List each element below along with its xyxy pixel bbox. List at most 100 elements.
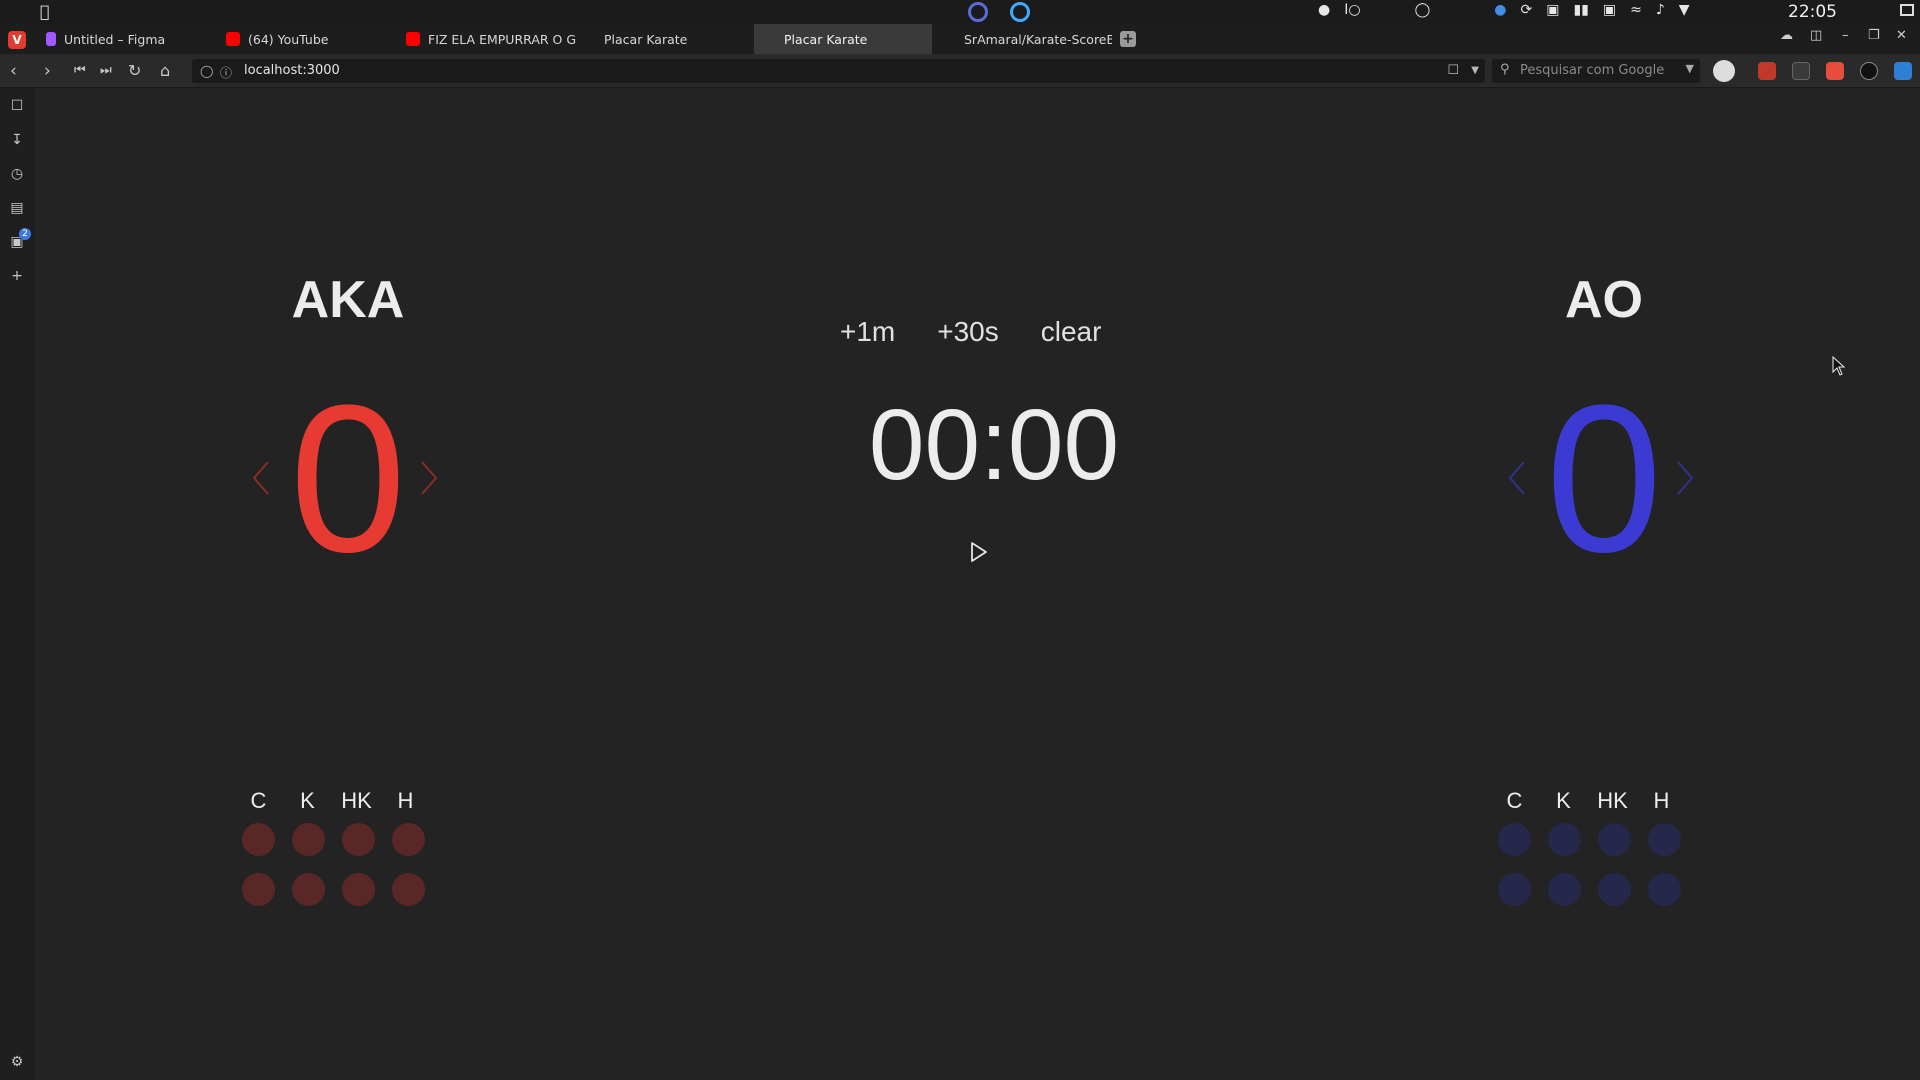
- bookmarks-icon[interactable]: ☐: [9, 98, 25, 114]
- search-icon: ⚲: [1500, 62, 1510, 77]
- system-menu-bar:  ● I○ ◯ ● ⟳ ▣ ▮▮ ▣ ≈ ♪ ▼ 22:05: [0, 0, 1920, 24]
- bulb-icon[interactable]: ◯: [1415, 2, 1431, 18]
- penalty-dot[interactable]: [1598, 823, 1631, 856]
- tab-figma[interactable]: Untitled – Figma: [36, 24, 216, 54]
- toggle-icon[interactable]: I○: [1344, 2, 1360, 18]
- clear-button[interactable]: clear: [1041, 316, 1102, 348]
- volume-icon[interactable]: ♪: [1656, 2, 1665, 18]
- tab-youtube[interactable]: (64) YouTube: [216, 24, 396, 54]
- gear-icon[interactable]: ⚙: [9, 1054, 25, 1070]
- add-minute-button[interactable]: +1m: [840, 316, 895, 348]
- app-circle-icon-1[interactable]: [968, 2, 988, 22]
- search-field[interactable]: ⚲ Pesquisar com Google ▼: [1492, 59, 1700, 83]
- reload-icon[interactable]: ↻: [128, 61, 141, 80]
- vivaldi-menu-icon[interactable]: V: [8, 31, 26, 49]
- add-30s-button[interactable]: +30s: [937, 316, 999, 348]
- penalty-dot[interactable]: [242, 873, 275, 906]
- tab-label: Placar Karate: [604, 31, 688, 47]
- rewind-icon[interactable]: ⏮: [74, 63, 86, 78]
- penalty-dot[interactable]: [1548, 823, 1581, 856]
- notes-icon[interactable]: ▤: [9, 200, 25, 216]
- address-toolbar: ‹ › ⏮ ⏭ ↻ ⌂ ◯ ⓘ localhost:3000 ☐ ▼ ⚲ Pes…: [0, 54, 1920, 88]
- penalty-label-k: K: [300, 788, 315, 813]
- info-icon[interactable]: ⓘ: [220, 64, 232, 81]
- fast-forward-icon[interactable]: ⏭: [100, 63, 112, 78]
- penalty-dot[interactable]: [342, 823, 375, 856]
- penalty-dot[interactable]: [1498, 873, 1531, 906]
- window-icon[interactable]: [1900, 4, 1914, 16]
- penalty-label-c: C: [250, 788, 267, 813]
- storage-icon[interactable]: ▣: [1603, 2, 1616, 18]
- url-text[interactable]: localhost:3000: [244, 63, 340, 78]
- extension-icon-3[interactable]: [1826, 62, 1844, 80]
- penalty-label-hk: HK: [341, 788, 372, 813]
- penalty-label-k: K: [1556, 788, 1571, 813]
- forward-icon[interactable]: ›: [44, 61, 51, 81]
- extension-icon-5[interactable]: [1894, 62, 1912, 80]
- penalty-dot[interactable]: [292, 873, 325, 906]
- play-icon[interactable]: [969, 540, 989, 564]
- tab-label: FIZ ELA EMPURRAR O GOL: [428, 31, 576, 47]
- ao-increment-arrow[interactable]: [1674, 458, 1696, 498]
- scoreboard: AKA 0 C K HK H +1m +30s clear 00:00 AO 0: [34, 88, 1920, 1080]
- penalty-dot[interactable]: [1548, 873, 1581, 906]
- home-icon[interactable]: ⌂: [160, 61, 170, 80]
- youtube-icon: [406, 32, 420, 46]
- tab-label: Untitled – Figma: [64, 31, 166, 47]
- penalty-dot[interactable]: [342, 873, 375, 906]
- penalty-dot[interactable]: [392, 823, 425, 856]
- close-icon[interactable]: ✕: [1896, 28, 1907, 43]
- add-panel-icon[interactable]: +: [9, 268, 25, 284]
- back-icon[interactable]: ‹: [10, 61, 17, 81]
- penalty-dot[interactable]: [1598, 873, 1631, 906]
- chevron-down-icon[interactable]: ▼: [1679, 2, 1690, 18]
- drop-icon[interactable]: ●: [1318, 2, 1330, 18]
- cloud-icon[interactable]: ☁: [1780, 28, 1793, 43]
- shield-icon[interactable]: ◯: [200, 64, 213, 78]
- new-tab-button[interactable]: +: [1120, 31, 1136, 47]
- profile-avatar[interactable]: [1713, 60, 1735, 82]
- history-icon[interactable]: ◷: [9, 166, 25, 182]
- bookmark-icon[interactable]: ☐: [1447, 63, 1459, 78]
- penalty-dot[interactable]: [1498, 823, 1531, 856]
- extension-icon-2[interactable]: [1792, 62, 1810, 80]
- trash-icon[interactable]: ◫: [1810, 28, 1822, 43]
- chevron-down-icon[interactable]: ▼: [1471, 65, 1479, 76]
- ao-penalty-row-2: [1498, 873, 1681, 906]
- clock[interactable]: 22:05: [1788, 2, 1837, 22]
- aka-penalty-labels: C K HK H: [234, 788, 430, 814]
- penalty-dot[interactable]: [392, 873, 425, 906]
- extension-icon-4[interactable]: [1860, 62, 1878, 80]
- penalty-dot[interactable]: [1648, 873, 1681, 906]
- ao-name: AO: [1565, 271, 1643, 329]
- penalty-label-c: C: [1506, 788, 1523, 813]
- penalty-dot[interactable]: [242, 823, 275, 856]
- tab-placar-1[interactable]: Placar Karate: [594, 24, 754, 54]
- minimize-icon[interactable]: –: [1842, 28, 1849, 43]
- window-count-badge: 2: [19, 228, 31, 240]
- tab-video[interactable]: FIZ ELA EMPURRAR O GOL: [396, 24, 576, 54]
- tab-github[interactable]: SrAmaral/Karate-ScoreBoa: [954, 24, 1112, 54]
- extension-icon-1[interactable]: [1758, 62, 1776, 80]
- tab-placar-active[interactable]: Placar Karate: [754, 24, 932, 54]
- restore-icon[interactable]: ❐: [1868, 28, 1880, 43]
- penalty-dot[interactable]: [1648, 823, 1681, 856]
- info-icon[interactable]: ●: [1494, 2, 1506, 18]
- battery-icon[interactable]: ▮▮: [1573, 2, 1588, 18]
- apple-menu-icon[interactable]: : [40, 2, 50, 21]
- aka-increment-arrow[interactable]: [418, 458, 440, 498]
- url-field[interactable]: ◯ ⓘ localhost:3000 ☐ ▼: [192, 59, 1485, 83]
- penalty-label-h: H: [397, 788, 414, 813]
- mouse-cursor-icon: [1832, 356, 1846, 376]
- timer-controls: +1m +30s clear: [840, 316, 1101, 348]
- wifi-icon[interactable]: ≈: [1630, 2, 1642, 18]
- aka-penalty-row-1: [242, 823, 425, 856]
- penalty-dot[interactable]: [292, 823, 325, 856]
- downloads-icon[interactable]: ↧: [9, 132, 25, 148]
- app-circle-icon-2[interactable]: [1010, 2, 1030, 22]
- sync-icon[interactable]: ⟳: [1520, 2, 1532, 18]
- system-app-icons: [968, 2, 1030, 22]
- clipboard-icon[interactable]: ▣: [1546, 2, 1559, 18]
- chevron-down-icon[interactable]: ▼: [1686, 62, 1694, 75]
- search-placeholder: Pesquisar com Google: [1520, 63, 1665, 78]
